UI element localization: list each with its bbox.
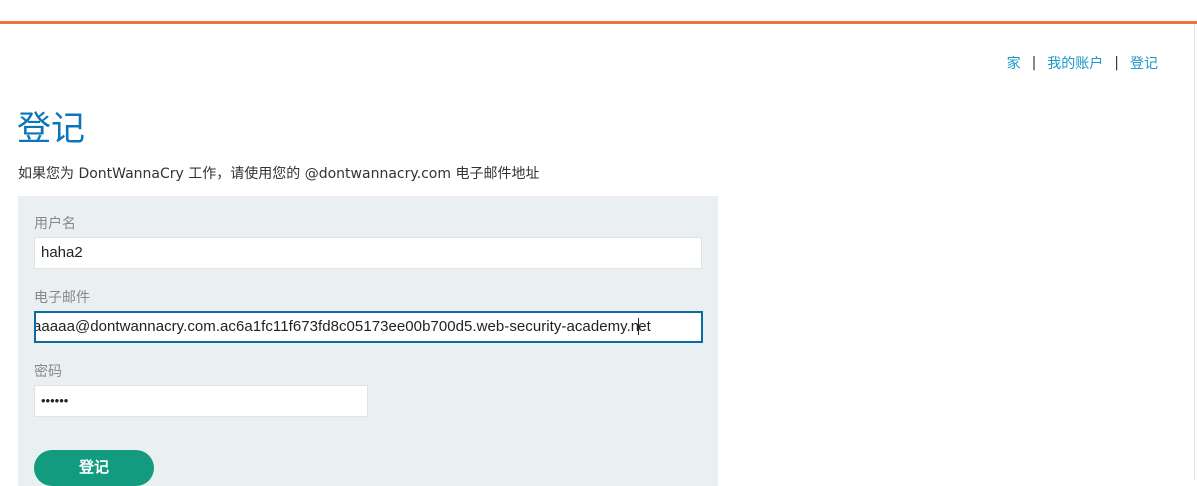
email-label: 电子邮件: [34, 290, 90, 306]
email-input-value: aaaaa@dontwannacry.com.ac6a1fc11f673fd8c…: [34, 313, 651, 341]
nav-separator: |: [1114, 55, 1119, 71]
email-value-after-caret: et: [638, 318, 651, 335]
top-navigation: 家 | 我的账户 | 登记: [1007, 53, 1158, 73]
password-input-value: ••••••: [41, 393, 69, 408]
text-caret: [638, 317, 640, 335]
register-form: 用户名 haha2 电子邮件 aaaaa@dontwannacry.com.ac…: [18, 196, 718, 486]
username-label: 用户名: [34, 216, 76, 232]
password-input[interactable]: ••••••: [34, 385, 368, 417]
page-title: 登记: [17, 109, 85, 149]
nav-link-home[interactable]: 家: [1007, 53, 1021, 73]
username-input[interactable]: haha2: [34, 237, 702, 269]
page-subtitle: 如果您为 DontWannaCry 工作，请使用您的 @dontwannacry…: [18, 166, 540, 182]
username-input-value: haha2: [41, 244, 83, 261]
password-label: 密码: [34, 364, 62, 380]
nav-link-register[interactable]: 登记: [1130, 53, 1158, 73]
nav-separator: |: [1031, 55, 1037, 71]
top-accent-bar: [0, 0, 1197, 24]
page-right-border: [1194, 24, 1195, 481]
email-value-before-caret: aaaaa@dontwannacry.com.ac6a1fc11f673fd8c…: [34, 318, 640, 335]
nav-link-my-account[interactable]: 我的账户: [1047, 53, 1103, 73]
email-input[interactable]: aaaaa@dontwannacry.com.ac6a1fc11f673fd8c…: [34, 311, 703, 343]
